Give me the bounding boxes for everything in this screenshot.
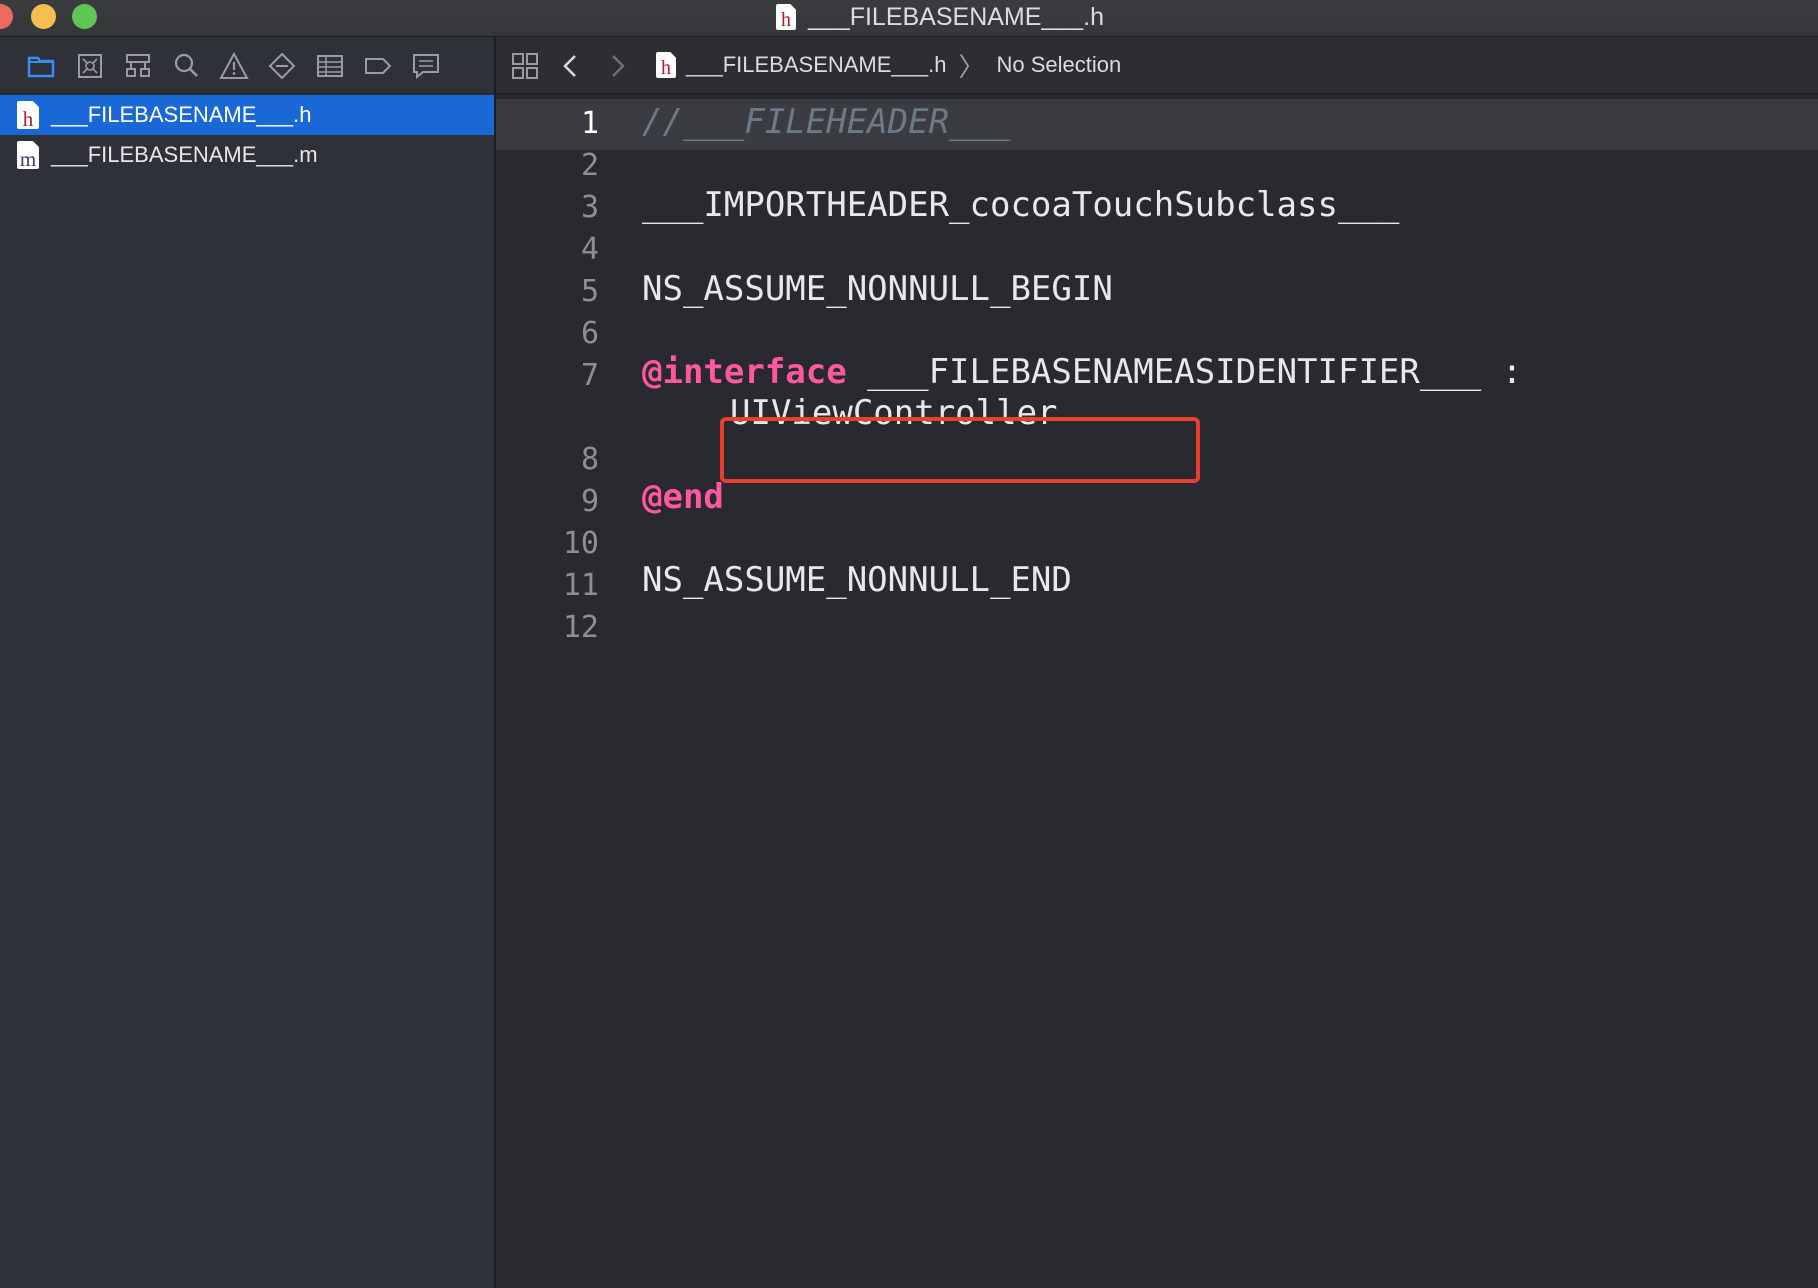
file-name: ___FILEBASENAME___.m	[51, 142, 318, 167]
keyword-interface: @interface	[642, 352, 847, 392]
header-file-icon: h	[776, 4, 796, 30]
file-name: ___FILEBASENAME___.h	[51, 102, 312, 127]
code-line-end: @end	[642, 477, 724, 517]
code-line-interface: @interface ___FILEBASENAMEASIDENTIFIER__…	[642, 352, 1522, 392]
implementation-file-icon: m	[17, 141, 39, 169]
breadcrumb-selection[interactable]: No Selection	[997, 52, 1122, 78]
line-number: 6	[580, 316, 599, 351]
symbol-navigator-icon[interactable]	[123, 51, 153, 81]
window-title: h ___FILEBASENAME___.h	[776, 0, 1104, 34]
line-number: 3	[580, 190, 599, 225]
debug-navigator-icon[interactable]	[315, 51, 345, 81]
line-number: 7	[580, 358, 599, 393]
window-title-text: ___FILEBASENAME___.h	[808, 2, 1104, 31]
breadcrumb-separator-icon: 〉	[958, 51, 985, 82]
find-icon[interactable]	[171, 51, 201, 81]
jump-bar: h ___FILEBASENAME___.h 〉 No Selection	[496, 37, 1818, 94]
annotation-highlight-box	[720, 417, 1200, 483]
zoom-window-button[interactable]	[72, 4, 97, 29]
source-editor[interactable]: 1 2 3 4 5 6 7 8 9 10 11 12 //___FILEHEAD…	[496, 94, 1818, 1288]
minimize-window-button[interactable]	[31, 4, 56, 29]
breakpoint-icon[interactable]	[363, 51, 393, 81]
report-icon[interactable]	[411, 51, 441, 81]
test-navigator-icon[interactable]	[267, 51, 297, 81]
line-number: 11	[562, 568, 599, 603]
header-file-icon: h	[17, 101, 39, 129]
project-navigator-icon[interactable]	[26, 51, 56, 81]
source-control-icon[interactable]	[75, 51, 105, 81]
file-row-header[interactable]: h ___FILEBASENAME___.h	[0, 95, 494, 135]
breadcrumb: h ___FILEBASENAME___.h 〉 No Selection	[656, 37, 1121, 93]
line-number: 5	[580, 274, 599, 309]
close-window-button[interactable]	[0, 4, 13, 29]
line-number: 4	[580, 232, 599, 267]
code-line: ___IMPORTHEADER_cocoaTouchSubclass___	[642, 185, 1400, 225]
class-declaration: ___FILEBASENAMEASIDENTIFIER___ :	[846, 352, 1523, 392]
navigator-toolbar	[0, 37, 494, 94]
xcode-window: h ___FILEBASENAME___.h h ___FILEBASENAME…	[0, 0, 1818, 1288]
line-number: 10	[562, 526, 599, 561]
line-number: 1	[580, 106, 599, 141]
related-items-icon[interactable]	[510, 51, 540, 81]
line-number: 12	[562, 610, 599, 645]
forward-chevron-icon[interactable]	[602, 51, 632, 81]
code-line-comment: //___FILEHEADER___	[642, 102, 1011, 142]
breadcrumb-file[interactable]: ___FILEBASENAME___.h	[686, 52, 946, 78]
title-bar: h ___FILEBASENAME___.h	[0, 0, 1818, 37]
keyword-end: @end	[642, 477, 724, 517]
project-navigator: h ___FILEBASENAME___.h m ___FILEBASENAME…	[0, 37, 496, 1288]
header-file-icon: h	[656, 52, 676, 78]
code-line: NS_ASSUME_NONNULL_END	[642, 560, 1072, 600]
line-number: 8	[580, 442, 599, 477]
line-number: 2	[580, 148, 599, 183]
file-row-implementation[interactable]: m ___FILEBASENAME___.m	[0, 135, 494, 175]
code-line: NS_ASSUME_NONNULL_BEGIN	[642, 269, 1113, 309]
line-number: 9	[580, 484, 599, 519]
issue-navigator-icon[interactable]	[219, 51, 249, 81]
back-chevron-icon[interactable]	[556, 51, 586, 81]
